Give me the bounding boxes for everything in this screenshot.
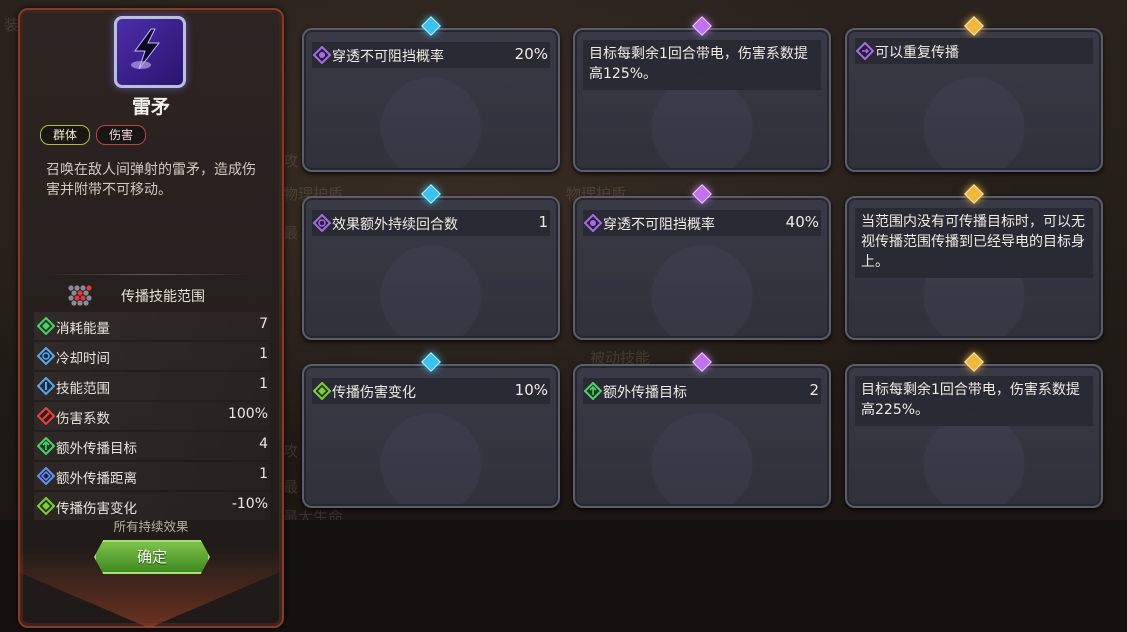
damage-icon	[37, 407, 55, 425]
hex-grid-icon	[68, 285, 92, 306]
card-label: 传播伤害变化	[332, 385, 416, 401]
skill-detail-panel: 雷矛 群体 伤害 召唤在敌人间弹射的雷矛，造成伤害并附带不可移动。 传播技能范围…	[18, 8, 284, 628]
stat-row-extra-target: 额外传播目标 4	[34, 432, 270, 460]
card-text: 目标每剩余1回合带电，伤害系数提高225%。	[855, 376, 1093, 426]
stat-label: 伤害系数	[56, 411, 110, 427]
energy-icon	[37, 317, 55, 335]
upgrade-card-1[interactable]: 穿透不可阻挡概率 20%	[302, 16, 560, 172]
stat-row-range: 技能范围 1	[34, 372, 270, 400]
bg-text: 最	[283, 478, 299, 496]
card-label: 可以重复传播	[875, 45, 959, 61]
cooldown-icon	[37, 347, 55, 365]
upgrade-card-6[interactable]: 当范围内没有可传播目标时，可以无视传播范围传播到已经导电的目标身上。	[845, 184, 1103, 340]
upgrade-card-4[interactable]: 效果额外持续回合数 1	[302, 184, 560, 340]
upgrade-card-3[interactable]: 可以重复传播	[845, 16, 1103, 172]
stat-row-energy: 消耗能量 7	[34, 312, 270, 340]
card-header: 额外传播目标 2	[583, 378, 821, 404]
card-header: 可以重复传播	[855, 38, 1093, 64]
all-effects-link[interactable]: 所有持续效果	[20, 516, 282, 535]
stat-row-cooldown: 冷却时间 1	[34, 342, 270, 370]
stat-value: 7	[259, 316, 268, 332]
duration-icon	[313, 214, 331, 232]
stat-value: 100%	[227, 406, 268, 422]
tag-group: 群体	[40, 125, 91, 145]
skill-name: 雷矛	[131, 96, 170, 118]
stat-value: 1	[259, 346, 268, 362]
stat-label: 额外传播目标	[56, 441, 137, 457]
stat-label: 消耗能量	[56, 321, 110, 337]
card-value: 1	[538, 213, 548, 231]
upgrade-card-2[interactable]: 目标每剩余1回合带电，伤害系数提高125%。	[573, 16, 831, 172]
spread-damage-icon	[313, 382, 331, 400]
lightning-icon	[131, 28, 161, 70]
stat-label: 传播伤害变化	[56, 501, 137, 517]
pierce-icon	[313, 46, 331, 64]
spread-range-row[interactable]: 传播技能范围	[66, 282, 266, 308]
upgrade-card-7[interactable]: 传播伤害变化 10%	[302, 352, 560, 508]
card-text: 当范围内没有可传播目标时，可以无视传播范围传播到已经导电的目标身上。	[855, 208, 1093, 278]
bg-text: 攻	[283, 442, 299, 460]
spread-range-label: 传播技能范围	[121, 289, 205, 305]
bg-text: 攻	[283, 152, 299, 170]
card-value: 10%	[514, 381, 548, 399]
stat-label: 额外传播距离	[56, 471, 137, 487]
skill-tags: 群体 伤害	[40, 125, 147, 145]
bg-text: 最	[283, 224, 299, 242]
card-value: 2	[809, 381, 819, 399]
tag-damage: 伤害	[96, 125, 147, 145]
upgrade-card-9[interactable]: 目标每剩余1回合带电，伤害系数提高225%。	[845, 352, 1103, 508]
stat-label: 冷却时间	[56, 351, 110, 367]
confirm-button[interactable]: 确定	[94, 540, 210, 574]
card-label: 穿透不可阻挡概率	[603, 217, 715, 233]
empty-area	[282, 520, 1127, 632]
stat-row-spread-distance: 额外传播距离 1	[34, 462, 270, 490]
stat-value: 1	[259, 376, 268, 392]
card-text: 目标每剩余1回合带电，伤害系数提高125%。	[583, 40, 821, 90]
spread-damage-icon	[37, 497, 55, 515]
upgrade-card-5[interactable]: 穿透不可阻挡概率 40%	[573, 184, 831, 340]
card-value: 40%	[785, 213, 819, 231]
pierce-icon	[584, 214, 602, 232]
stat-label: 技能范围	[56, 381, 110, 397]
card-value: 20%	[514, 45, 548, 63]
stat-value: -10%	[231, 496, 268, 512]
extra-target-icon	[37, 437, 55, 455]
divider	[46, 274, 251, 275]
card-label: 效果额外持续回合数	[332, 217, 458, 233]
extra-target-icon	[584, 382, 602, 400]
card-label: 额外传播目标	[603, 385, 687, 401]
card-label: 穿透不可阻挡概率	[332, 49, 444, 65]
skill-description: 召唤在敌人间弹射的雷矛，造成伤害并附带不可移动。	[46, 162, 256, 198]
card-header: 穿透不可阻挡概率 20%	[312, 42, 550, 68]
range-icon	[37, 377, 55, 395]
card-header: 穿透不可阻挡概率 40%	[583, 210, 821, 236]
stat-value: 4	[259, 436, 268, 452]
stat-value: 1	[259, 466, 268, 482]
stats-list: 消耗能量 7 冷却时间 1 技能范围 1 伤害系数 100% 额外传播目标 4 …	[34, 312, 270, 522]
card-header: 传播伤害变化 10%	[312, 378, 550, 404]
card-header: 效果额外持续回合数 1	[312, 210, 550, 236]
repeat-spread-icon	[856, 42, 874, 60]
upgrade-card-8[interactable]: 额外传播目标 2	[573, 352, 831, 508]
lightning-spear-skill-icon	[114, 16, 186, 88]
spread-distance-icon	[37, 467, 55, 485]
stat-row-damage: 伤害系数 100%	[34, 402, 270, 430]
